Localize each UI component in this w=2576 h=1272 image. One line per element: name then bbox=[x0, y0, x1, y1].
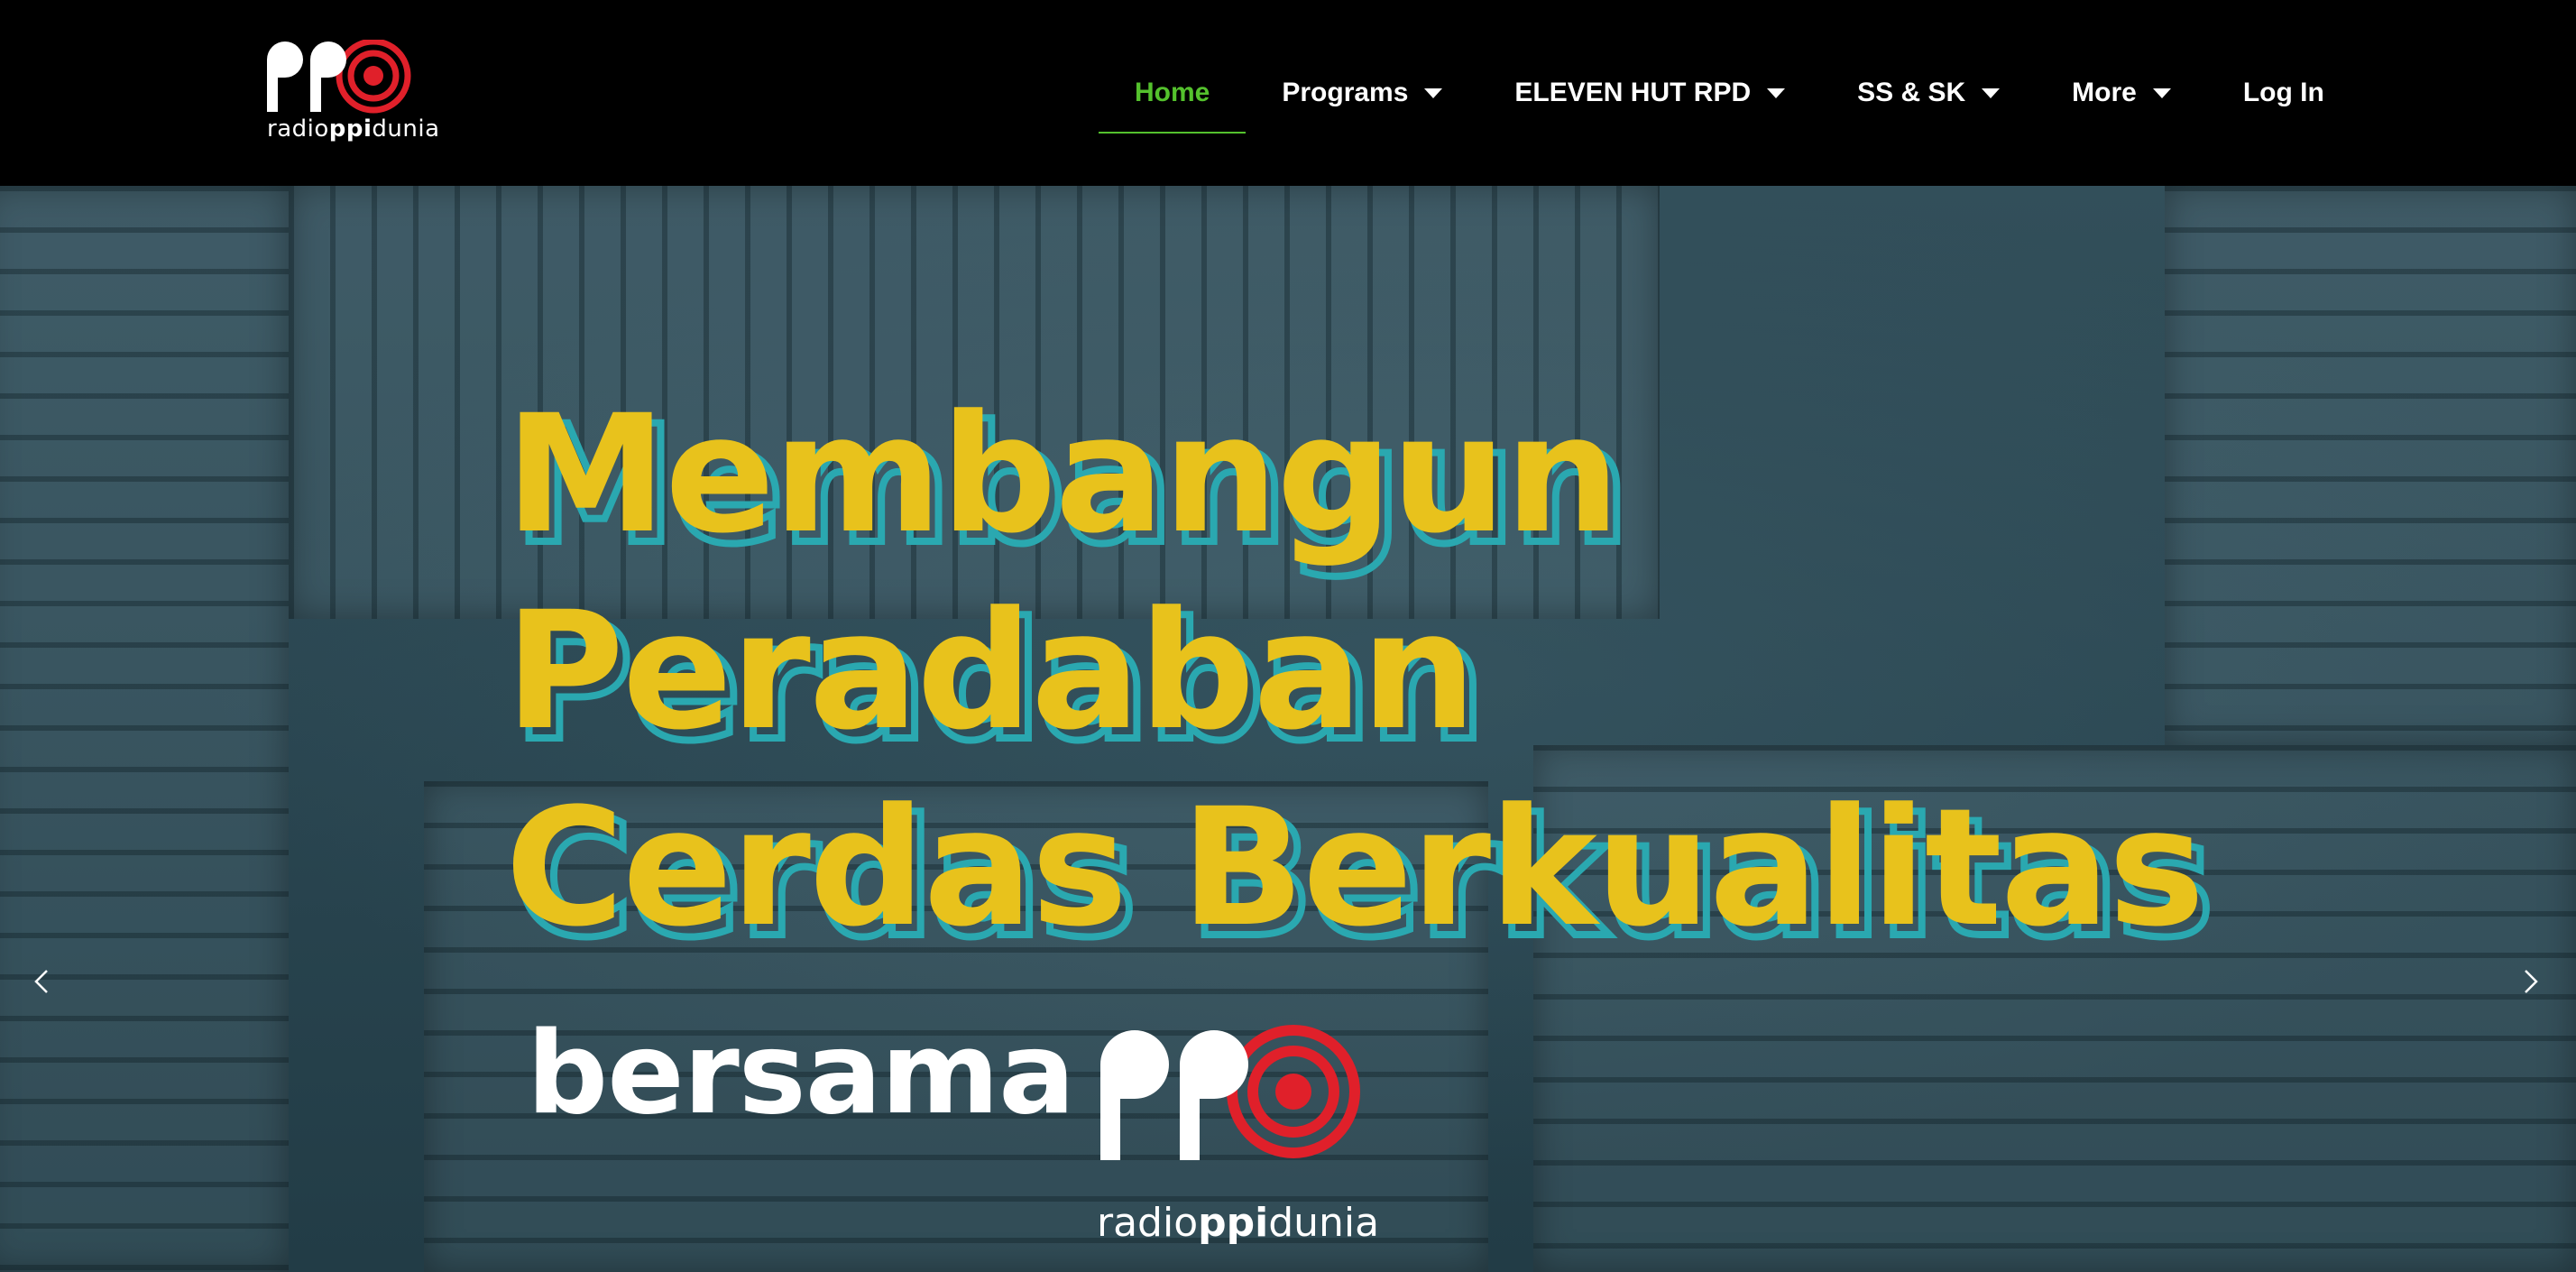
caret-down-icon bbox=[2152, 88, 2171, 98]
headline-line: Peradaban Peradaban bbox=[505, 577, 1489, 780]
chevron-left-icon bbox=[34, 970, 48, 993]
nav-programs-label: Programs bbox=[1282, 78, 1409, 107]
hero-subline: bersama bbox=[527, 1007, 1075, 1139]
nav-home-label: Home bbox=[1135, 78, 1210, 107]
site-header: radioppidunia Home Programs ELEVEN HUT R… bbox=[0, 0, 2576, 186]
radio-ppi-dunia-logo-icon bbox=[1100, 1025, 1360, 1160]
nav-log-in-label: Log In bbox=[2242, 78, 2324, 107]
nav-ss-sk-label: SS & SK bbox=[1857, 78, 1966, 107]
nav-eleven-hut-rpd[interactable]: ELEVEN HUT RPD bbox=[1478, 0, 1821, 186]
caret-down-icon bbox=[1424, 88, 1443, 98]
headline-line: Cerdas Berkualitas Cerdas Berkualitas bbox=[505, 774, 2217, 977]
hero-headline: Membangun Membangun Peradaban Peradaban … bbox=[505, 377, 2217, 977]
caret-down-icon bbox=[1982, 88, 2001, 98]
main-nav: Home Programs ELEVEN HUT RPD SS & SK Mor… bbox=[1099, 0, 2360, 186]
hero-logo-wordmark: radioppidunia bbox=[1097, 1200, 1380, 1246]
nav-more-label: More bbox=[2072, 78, 2137, 107]
hero-slider: Membangun Membangun Peradaban Peradaban … bbox=[0, 186, 2576, 1272]
caret-down-icon bbox=[1767, 88, 1786, 98]
logo-wordmark: radioppidunia bbox=[267, 115, 440, 143]
slider-next-button[interactable] bbox=[2513, 963, 2549, 1000]
slider-prev-button[interactable] bbox=[23, 963, 60, 1000]
radio-ppi-dunia-logo-icon bbox=[267, 40, 411, 114]
nav-ss-sk[interactable]: SS & SK bbox=[1821, 0, 2036, 186]
chevron-right-icon bbox=[2525, 970, 2538, 993]
background-book-page bbox=[0, 186, 289, 1272]
nav-home[interactable]: Home bbox=[1099, 0, 1247, 186]
nav-log-in[interactable]: Log In bbox=[2207, 0, 2360, 186]
hero-logo: radioppidunia bbox=[1093, 1025, 1382, 1259]
headline-line: Membangun Membangun bbox=[505, 381, 1633, 584]
site-logo[interactable]: radioppidunia bbox=[263, 40, 440, 150]
nav-eleven-hut-rpd-label: ELEVEN HUT RPD bbox=[1514, 78, 1752, 107]
background-book-page bbox=[2165, 186, 2576, 745]
nav-more[interactable]: More bbox=[2036, 0, 2207, 186]
nav-programs[interactable]: Programs bbox=[1246, 0, 1478, 186]
